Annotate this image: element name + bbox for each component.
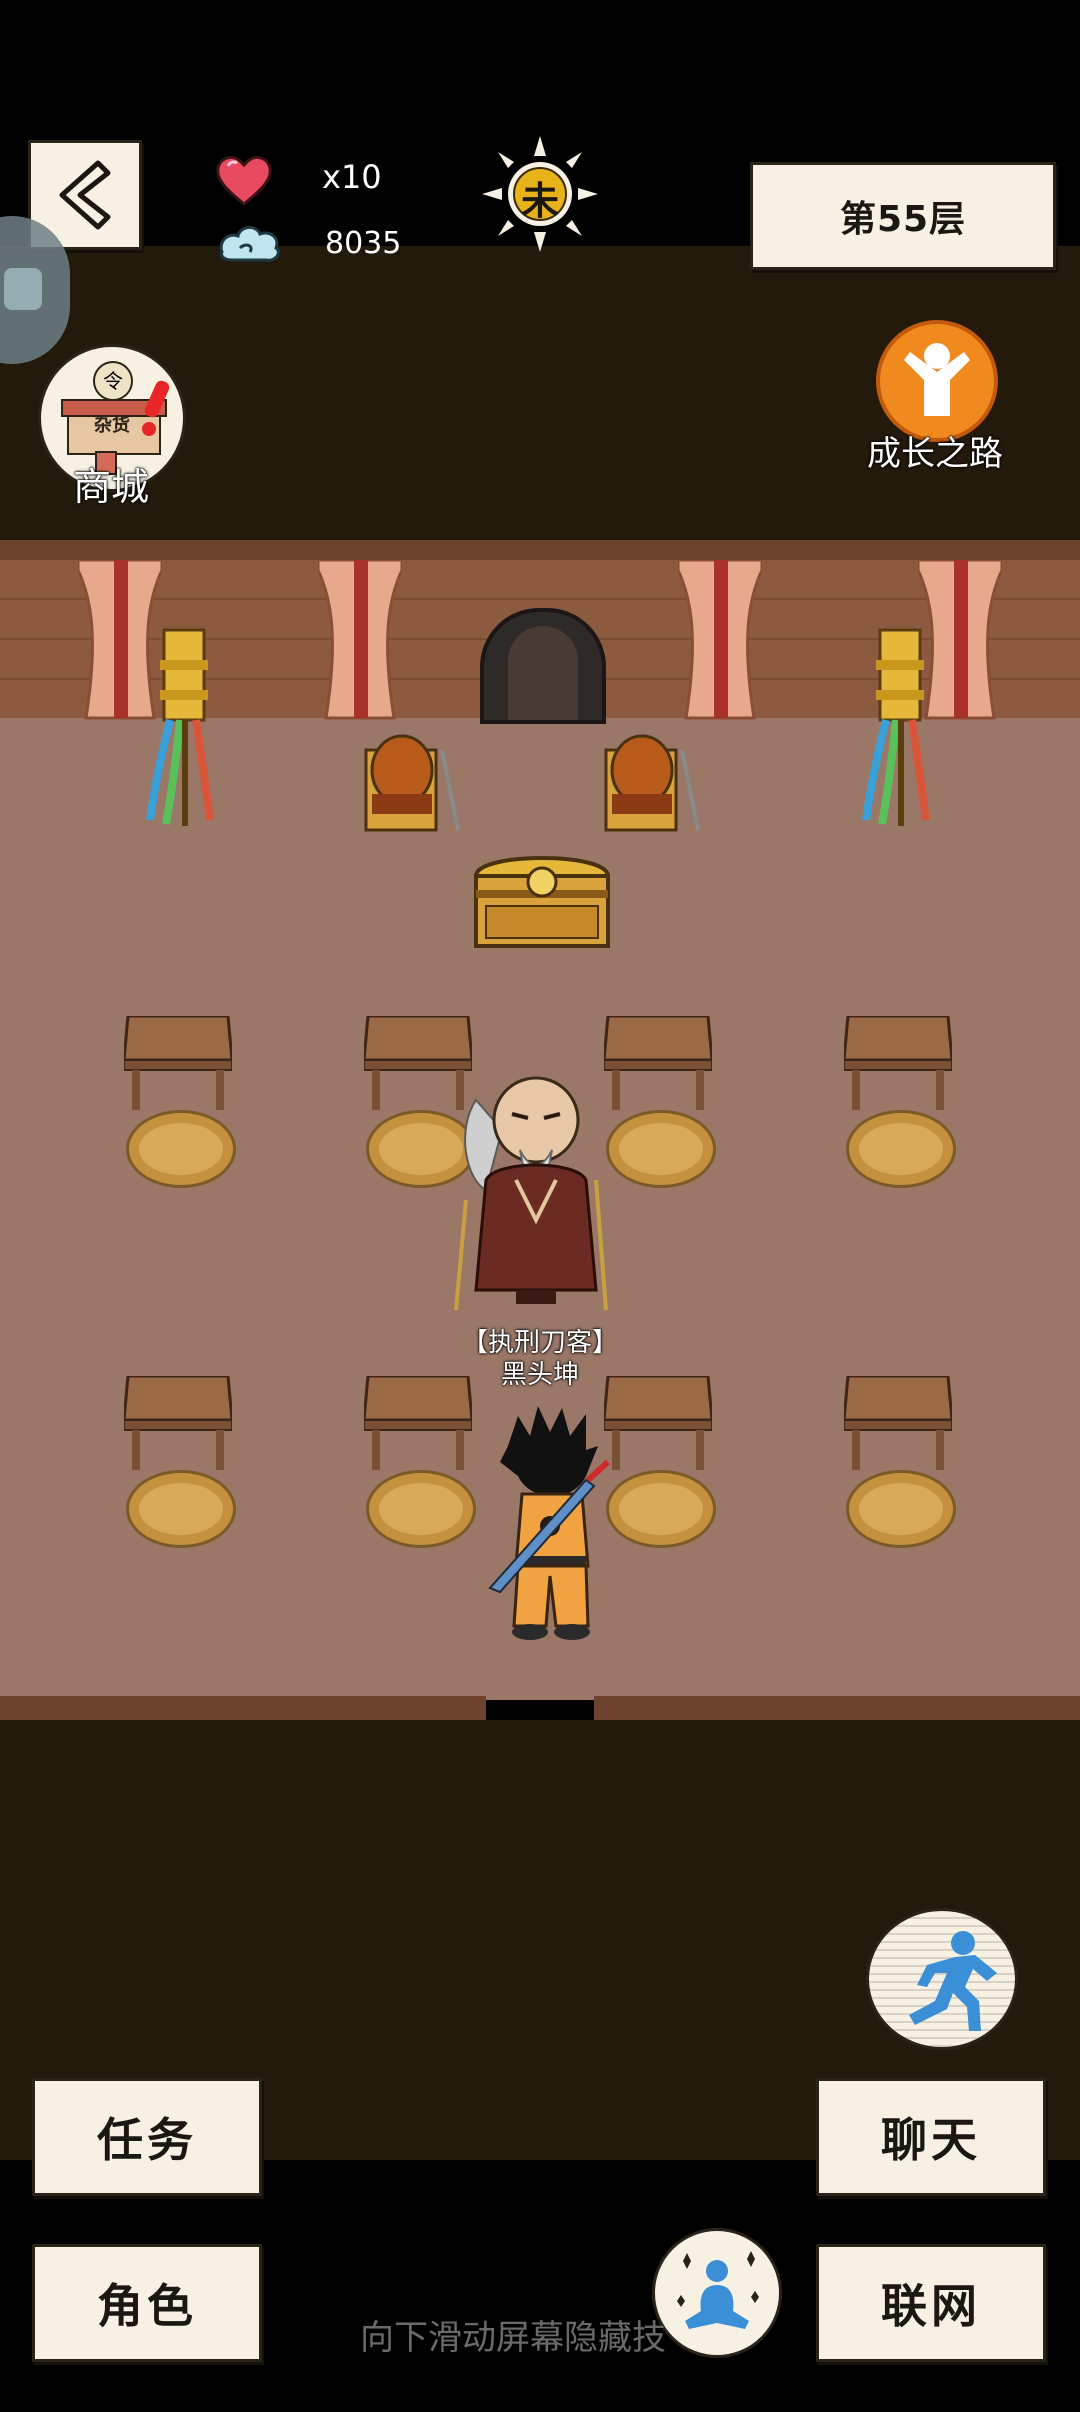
cushion-6 [366,1470,476,1548]
curtain-2 [316,558,404,724]
cushion-1 [126,1110,236,1188]
npc-title: 【执刑刀客】 [461,1328,618,1358]
npc-name: 黑头坤 [500,1360,579,1390]
heart-icon [216,156,272,206]
growth-label: 成长之路 [867,434,1003,474]
growth-icon [876,320,998,442]
shop-coin: 令 [93,361,133,401]
shop-label: 商城 [72,465,149,509]
chevron-left-icon [59,160,111,230]
helper-icon [4,268,42,310]
time-glyph: 未 [520,179,559,223]
table-4 [842,1014,954,1114]
throne-left [362,730,472,844]
table-1 [122,1014,234,1114]
table-8 [842,1374,954,1474]
shop-button[interactable]: 杂货 令 商城 [38,344,186,509]
floor-label: 第55层 [750,162,1056,270]
throne-right [602,730,712,844]
cushion-8 [846,1470,956,1548]
lives-count: x10 [322,158,382,196]
player-character[interactable] [478,1406,628,1650]
wall-top-border [0,540,1080,560]
spirit-value: 8035 [325,226,402,261]
prayer-banner-left [136,620,226,834]
bottom-wall-left [0,1696,486,1720]
prayer-banner-right [852,620,942,834]
chat-button[interactable]: 聊天 [816,2078,1046,2196]
task-button[interactable]: 任务 [32,2078,262,2196]
round-door[interactable] [480,608,606,724]
bottom-wall-right [594,1696,1080,1720]
shop-sign: 杂货 [94,415,130,436]
treasure-chest[interactable] [472,846,612,956]
cloud-icon [219,226,280,262]
time-indicator: 未 [480,134,600,254]
npc-executioner[interactable] [446,1070,626,1324]
running-icon [909,1931,997,2031]
swipe-hint: 向下滑动屏幕隐藏技 [360,2318,666,2358]
sprint-button[interactable] [866,1908,1018,2050]
table-5 [122,1374,234,1474]
curtain-3 [676,558,764,724]
role-button[interactable]: 角色 [32,2244,262,2362]
cushion-5 [126,1470,236,1548]
growth-path-button[interactable]: 成长之路 [860,316,1010,476]
network-button[interactable]: 联网 [816,2244,1046,2362]
cushion-4 [846,1110,956,1188]
